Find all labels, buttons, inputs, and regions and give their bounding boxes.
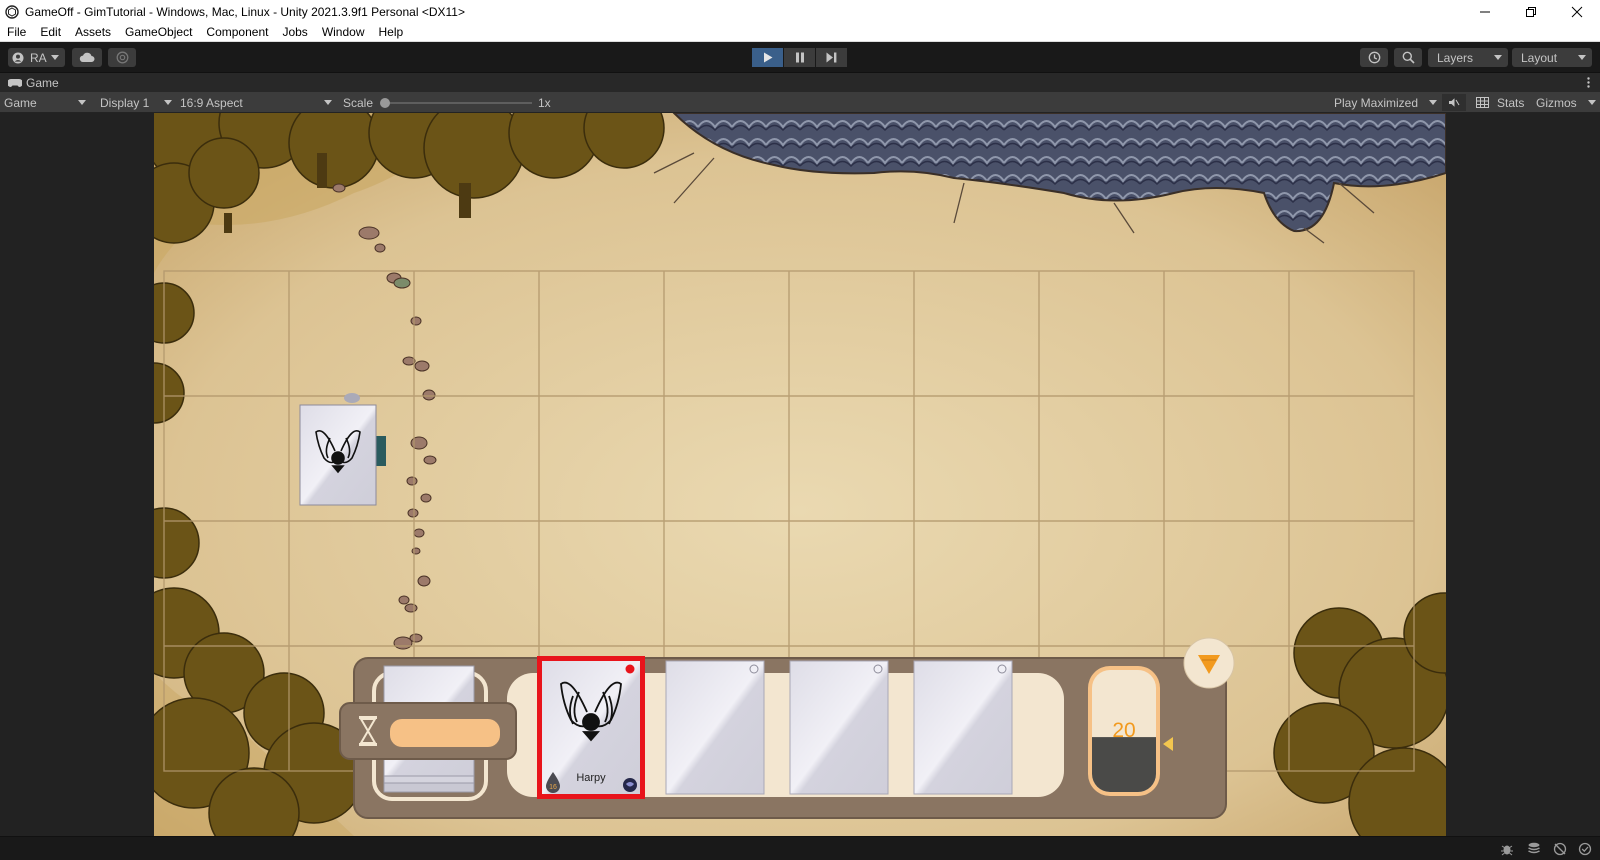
restore-button[interactable]	[1508, 0, 1554, 23]
progress-check-icon[interactable]	[1578, 842, 1592, 856]
display-label: Display 1	[100, 95, 150, 110]
speaker-icon	[1449, 98, 1460, 107]
window-title: GameOff - GimTutorial - Windows, Mac, Li…	[25, 4, 465, 19]
step-icon	[826, 52, 837, 63]
cloud-button[interactable]	[72, 48, 102, 67]
tab-game[interactable]: Game	[0, 76, 59, 90]
minimize-icon	[1480, 11, 1490, 12]
aspect-label: 16:9 Aspect	[180, 95, 243, 110]
auto-generate-lighting-icon[interactable]	[1553, 842, 1567, 856]
play-controls	[752, 48, 847, 67]
scale-slider[interactable]	[380, 94, 532, 111]
hand-card-slot-4[interactable]	[913, 660, 1013, 795]
pause-button[interactable]	[784, 48, 815, 67]
play-icon	[763, 52, 772, 63]
hand-card-slot-3[interactable]	[789, 660, 889, 795]
menu-assets[interactable]: Assets	[68, 25, 118, 39]
game-scene: Harpy 16 20	[154, 113, 1446, 836]
turn-timer-bar	[390, 719, 500, 747]
gamepad-icon	[8, 78, 22, 87]
search-button[interactable]	[1394, 48, 1422, 67]
close-icon	[1571, 6, 1583, 17]
collab-button[interactable]	[108, 48, 136, 67]
window-titlebar: GameOff - GimTutorial - Windows, Mac, Li…	[0, 0, 1600, 23]
panel-menu-icon[interactable]	[1587, 77, 1590, 88]
account-icon	[12, 52, 24, 63]
gizmos-label: Gizmos	[1536, 95, 1577, 110]
unity-logo-icon	[5, 4, 19, 19]
placed-harpy-unit[interactable]	[299, 393, 386, 506]
card-cost: 16	[549, 784, 557, 791]
play-maximized-label: Play Maximized	[1334, 95, 1419, 110]
menu-gameobject[interactable]: GameObject	[118, 25, 199, 39]
debug-bug-icon[interactable]	[1500, 842, 1514, 856]
display-dropdown[interactable]: Display 1	[100, 94, 172, 111]
collapse-hand-button[interactable]	[1183, 637, 1235, 689]
close-window-button[interactable]	[1554, 0, 1600, 23]
layout-dropdown[interactable]: Layout	[1512, 48, 1592, 67]
game-view[interactable]: Harpy 16 20	[154, 113, 1446, 836]
search-icon	[1402, 51, 1415, 64]
step-button[interactable]	[816, 48, 847, 67]
stats-grid-button[interactable]	[1472, 94, 1492, 111]
collab-icon	[116, 51, 128, 64]
menu-help[interactable]: Help	[372, 25, 411, 39]
play-button[interactable]	[752, 48, 783, 67]
account-dropdown[interactable]: RA	[8, 48, 65, 67]
menu-bar: File Edit Assets GameObject Component Jo…	[0, 23, 1600, 42]
layout-label: Layout	[1521, 50, 1558, 65]
history-icon	[1368, 51, 1380, 64]
account-label: RA	[30, 50, 47, 65]
game-mode-label: Game	[4, 95, 37, 110]
new-card-indicator	[625, 664, 635, 674]
mana-fill	[1092, 737, 1156, 792]
gizmos-dropdown[interactable]: Gizmos	[1536, 94, 1598, 111]
tab-game-label: Game	[26, 75, 59, 90]
grid-icon	[1475, 97, 1489, 108]
scale-label: Scale	[343, 95, 374, 110]
scale-slider-thumb[interactable]	[380, 98, 390, 108]
game-view-toolbar: Game Display 1 16:9 Aspect Scale 1x Play…	[0, 92, 1600, 113]
menu-component[interactable]: Component	[199, 25, 275, 39]
scale-value: 1x	[538, 95, 551, 110]
layers-label: Layers	[1437, 50, 1474, 65]
status-bar	[0, 836, 1600, 860]
history-button[interactable]	[1360, 48, 1388, 67]
mana-value: 20	[1112, 719, 1135, 742]
hand-card-slot-2[interactable]	[665, 660, 765, 795]
menu-window[interactable]: Window	[315, 25, 372, 39]
cache-server-icon[interactable]	[1527, 842, 1541, 856]
card-name: Harpy	[576, 772, 606, 784]
minimize-button[interactable]	[1462, 0, 1508, 23]
aspect-dropdown[interactable]: 16:9 Aspect	[180, 94, 334, 111]
layers-dropdown[interactable]: Layers	[1428, 48, 1508, 67]
menu-file[interactable]: File	[0, 25, 33, 39]
main-toolbar: RA Layers Layout	[0, 43, 1600, 73]
hand-card-selected[interactable]: Harpy 16	[537, 656, 645, 799]
menu-jobs[interactable]: Jobs	[275, 25, 314, 39]
game-tab-bar: Game	[0, 73, 1600, 92]
restore-icon	[1526, 6, 1536, 17]
game-mode-dropdown[interactable]: Game	[4, 94, 88, 111]
scale-slider-track	[384, 102, 532, 104]
pause-icon	[795, 52, 804, 63]
play-maximized-dropdown[interactable]: Play Maximized	[1334, 94, 1437, 111]
stats-button[interactable]: Stats	[1497, 94, 1524, 111]
menu-edit[interactable]: Edit	[33, 25, 68, 39]
mute-audio-button[interactable]	[1442, 94, 1466, 111]
cloud-icon	[79, 52, 95, 62]
